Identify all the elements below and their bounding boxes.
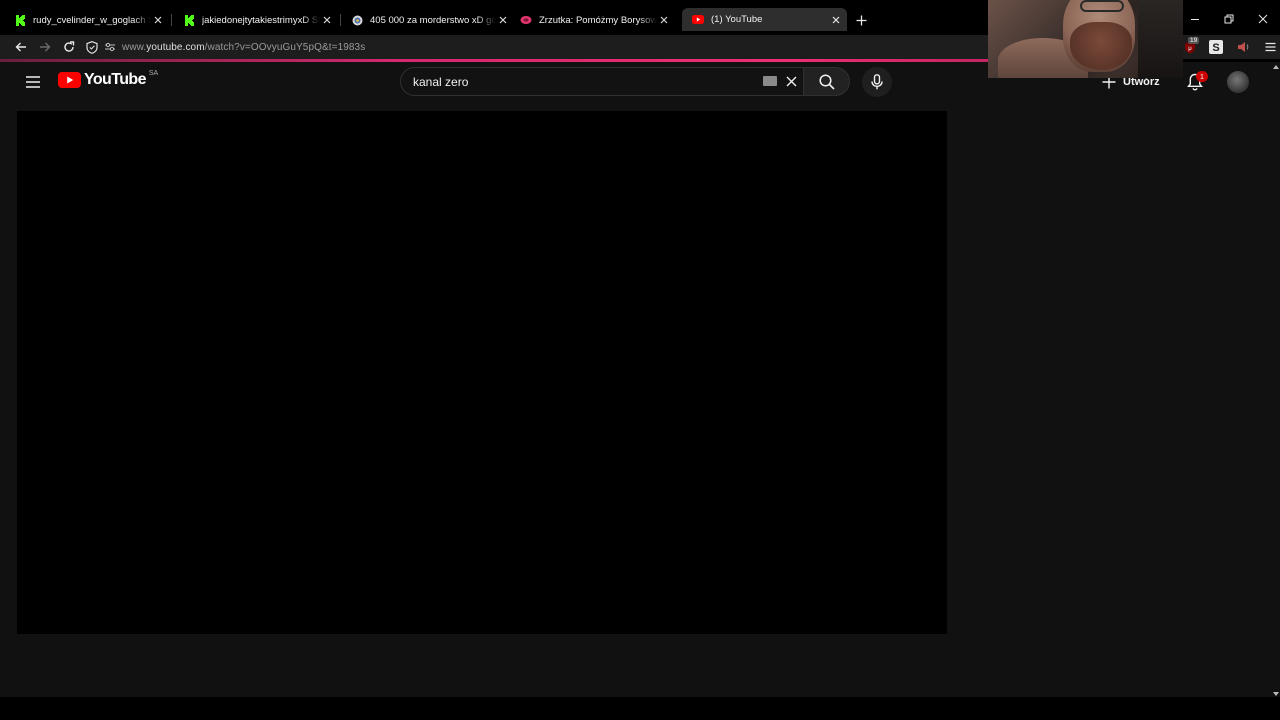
guide-menu-button[interactable] [22, 71, 44, 93]
browser-tab-active[interactable]: (1) YouTube [682, 8, 847, 31]
close-tab-icon[interactable] [320, 13, 334, 27]
tab-title: jakiedonejtytakiestrimyxD Stream [202, 14, 320, 26]
window-bottom-edge [0, 697, 1280, 720]
kick-icon [183, 14, 195, 26]
voice-search-button[interactable] [862, 67, 892, 97]
s-extension-icon[interactable]: S [1208, 39, 1224, 55]
microphone-icon [871, 74, 883, 90]
youtube-logo-icon [58, 72, 81, 88]
youtube-wordmark: YouTube [84, 71, 146, 88]
zrzutka-icon [520, 14, 532, 26]
notifications-badge: 1 [1196, 71, 1208, 82]
keyboard-icon[interactable] [763, 76, 777, 86]
restore-button[interactable] [1212, 6, 1246, 32]
close-window-button[interactable] [1246, 6, 1280, 32]
search-button[interactable] [803, 67, 850, 96]
search-box [400, 67, 803, 96]
tab-title: (1) YouTube [711, 14, 763, 25]
close-tab-icon[interactable] [829, 13, 843, 27]
country-code: SA [148, 69, 159, 77]
close-tab-icon[interactable] [657, 13, 671, 27]
url-prefix: www. [122, 41, 147, 53]
forward-button[interactable] [36, 38, 54, 56]
close-tab-icon[interactable] [496, 13, 510, 27]
site-settings-icon[interactable] [104, 42, 116, 52]
tab-separator [171, 14, 172, 26]
close-tab-icon[interactable] [151, 13, 165, 27]
back-button[interactable] [12, 38, 30, 56]
url-path: /watch?v=OOvyuGuY5pQ&t=1983s [204, 41, 366, 53]
browser-tab[interactable]: rudy_cvelinder_w_goglach Stream [4, 9, 169, 31]
browser-tab[interactable]: Zrzutka: Pomóżmy Borysowi - w [510, 9, 675, 31]
svg-text:μ: μ [1188, 46, 1192, 52]
url-text: www.youtube.com/watch?v=OOvyuGuY5pQ&t=19… [122, 42, 365, 53]
youtube-logo[interactable]: YouTube SA [58, 69, 159, 89]
webcam-beard [1070, 22, 1132, 70]
ublock-badge: 19 [1188, 37, 1200, 44]
search-input[interactable] [413, 74, 743, 89]
clear-search-button[interactable] [783, 73, 799, 89]
svg-text:S: S [1212, 42, 1219, 54]
avatar[interactable] [1227, 71, 1249, 93]
webcam-chair [1138, 0, 1183, 78]
youtube-page: YouTube SA Utwórz [0, 62, 1280, 720]
webcam-glasses [1080, 0, 1124, 12]
tab-title: rudy_cvelinder_w_goglach Stream [33, 14, 151, 26]
youtube-icon [692, 14, 704, 26]
search-icon [818, 73, 835, 90]
audio-extension-icon[interactable] [1236, 39, 1252, 55]
webcam-overlay [988, 0, 1183, 78]
shield-icon[interactable] [86, 40, 98, 54]
window-controls [1178, 6, 1280, 32]
video-player[interactable] [17, 111, 947, 634]
menu-icon[interactable] [1262, 39, 1278, 55]
browser-tab[interactable]: jakiedonejtytakiestrimyxD Stream [173, 9, 338, 31]
new-tab-button[interactable] [853, 12, 869, 28]
scrollbar[interactable] [1272, 62, 1280, 702]
url-bar[interactable]: www.youtube.com/watch?v=OOvyuGuY5pQ&t=19… [86, 36, 986, 58]
site-icon [351, 14, 363, 26]
url-host: youtube.com [146, 41, 205, 53]
minimize-button[interactable] [1178, 6, 1212, 32]
scroll-up-icon[interactable] [1273, 64, 1279, 70]
kick-icon [14, 14, 26, 26]
tab-title: 405 000 za morderstwo xD gdzie [370, 14, 496, 26]
tab-title: Zrzutka: Pomóżmy Borysowi - w [539, 14, 657, 26]
reload-button[interactable] [60, 38, 78, 56]
